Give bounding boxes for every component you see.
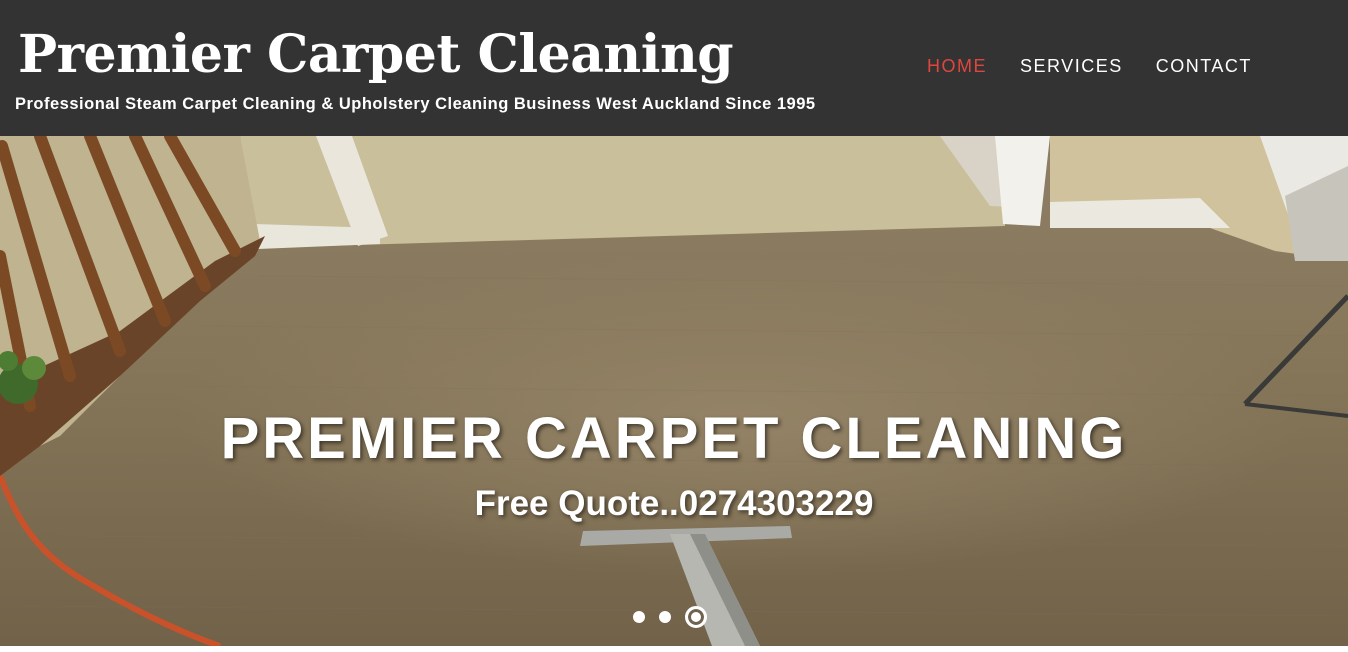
hero-slider: PREMIER CARPET CLEANING Free Quote..0274…: [0, 136, 1348, 646]
hero-subtitle: Free Quote..0274303229: [474, 484, 874, 523]
slider-dot-2[interactable]: [659, 611, 671, 623]
nav-link-contact[interactable]: CONTACT: [1156, 54, 1252, 78]
nav-item-services: SERVICES: [1020, 54, 1123, 78]
hero-title: PREMIER CARPET CLEANING: [220, 406, 1128, 471]
site-tagline: Professional Steam Carpet Cleaning & Uph…: [15, 95, 816, 113]
site-title[interactable]: Premier Carpet Cleaning: [18, 22, 734, 88]
baseboard-right: [1050, 198, 1230, 228]
main-nav: HOME SERVICES CONTACT: [927, 54, 1285, 78]
nav-link-home[interactable]: HOME: [927, 54, 987, 78]
site-header: Premier Carpet Cleaning Professional Ste…: [0, 0, 1348, 136]
carpet-photo: [0, 136, 1348, 646]
door-frame-right: [995, 136, 1050, 226]
page-bottom-edge: [0, 646, 1348, 652]
slider-dot-1[interactable]: [633, 611, 645, 623]
slider-dot-3-active[interactable]: [685, 606, 707, 628]
nav-item-home: HOME: [927, 54, 987, 78]
slider-pagination: [633, 606, 707, 628]
nav-item-contact: CONTACT: [1156, 54, 1252, 78]
nav-link-services[interactable]: SERVICES: [1020, 54, 1123, 78]
right-hose: [1243, 294, 1348, 406]
